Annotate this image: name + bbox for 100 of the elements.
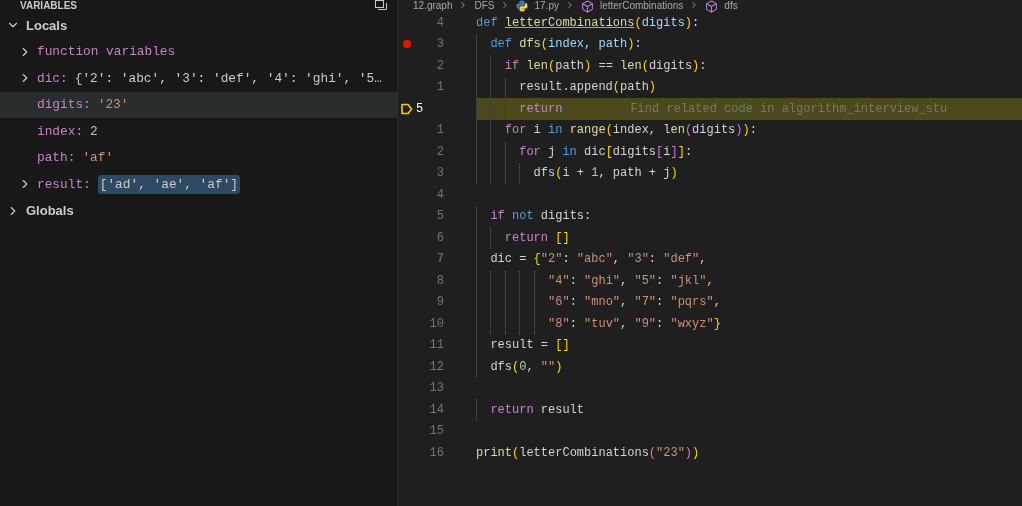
code-token: :: [569, 272, 578, 290]
code-token: "wxyz": [670, 315, 714, 333]
code-token: ): [742, 122, 750, 140]
code-token: (: [612, 79, 621, 97]
variable-row[interactable]: dic: {'2': 'abc', '3': 'def', '4': 'ghi', '5…: [0, 65, 397, 92]
code-token: digits: [612, 143, 657, 161]
code-token: index,: [612, 122, 658, 140]
code-token: :: [569, 315, 578, 333]
code-token: ): [584, 57, 592, 75]
code-token: ): [692, 444, 700, 462]
code-token: [: [656, 143, 664, 161]
code-token: (: [512, 358, 520, 376]
line-number: 9: [436, 294, 444, 312]
collapse-all-icon[interactable]: [375, 0, 387, 10]
breadcrumb-item[interactable]: DFS: [474, 0, 495, 11]
code-token: ): [555, 358, 563, 376]
code-token: ,: [612, 251, 622, 269]
code-token: result =: [489, 337, 549, 355]
code-token: len: [526, 57, 549, 75]
code-token: ): [627, 36, 635, 54]
code-token: :: [656, 315, 665, 333]
code-token: letterCombinations: [519, 444, 649, 462]
variable-row[interactable]: digits: '23': [0, 91, 397, 118]
code-token: []: [555, 229, 570, 247]
variable-row[interactable]: path: 'af': [0, 144, 397, 171]
code-token: len: [663, 122, 685, 140]
code-token: ,: [620, 294, 629, 312]
code-token: [: [605, 143, 613, 161]
code-token: ): [648, 79, 657, 97]
code-token: in: [562, 143, 578, 161]
code-token: digits: [641, 14, 685, 32]
code-token: , path + j: [598, 165, 671, 183]
code-token: ,: [620, 315, 629, 333]
line-number: 1: [436, 79, 444, 97]
scope-label[interactable]: Locals: [26, 15, 68, 35]
code-token: (: [605, 122, 613, 140]
code-token: in: [548, 122, 564, 140]
code-token: (: [634, 14, 642, 32]
code-token: result.append: [518, 79, 613, 97]
variable-name: function variables: [37, 43, 176, 62]
line-number: 6: [436, 229, 444, 247]
code-token: "6": [547, 294, 570, 312]
code-token: "23": [656, 444, 685, 462]
code-token: dfs: [519, 36, 541, 54]
variable-row[interactable]: result: ['ad', 'ae', 'af']: [0, 171, 397, 198]
code-token: (: [648, 444, 657, 462]
variable-row[interactable]: function variables: [0, 38, 397, 65]
breadcrumb-item[interactable]: letterCombinations: [599, 0, 684, 11]
scope-label[interactable]: Globals: [26, 201, 74, 221]
code-token: :: [656, 272, 665, 290]
code-token: ,: [706, 272, 714, 290]
line-number: 13: [429, 380, 444, 398]
code-token: "4": [547, 272, 570, 290]
line-number: 16: [429, 444, 444, 462]
line-number: 3: [436, 36, 444, 54]
code-token: ,: [699, 251, 707, 269]
variable-name: path:: [37, 149, 76, 168]
breadcrumb-item[interactable]: 12.graph: [413, 0, 453, 11]
code-token: (: [641, 57, 649, 75]
code-token: digits: [692, 122, 736, 140]
code-token: i +: [562, 165, 586, 183]
code-token: "pqrs": [670, 294, 714, 312]
code-token: ): [692, 57, 700, 75]
code-token: ,: [526, 358, 535, 376]
code-token: dic =: [489, 251, 528, 269]
cube-icon: [580, 0, 594, 13]
code-token: "3": [627, 251, 649, 269]
code-token: :: [699, 57, 707, 75]
code-token: len: [620, 57, 642, 75]
code-token: "7": [634, 294, 657, 312]
code-token: (: [555, 165, 563, 183]
code-token: :: [648, 251, 658, 269]
code-token: for: [518, 143, 542, 161]
code-token: if: [489, 208, 506, 226]
code-token: def: [489, 36, 513, 54]
line-number: 14: [429, 401, 444, 419]
python-icon: [516, 0, 529, 12]
code-token: :: [634, 36, 642, 54]
code-token: :: [692, 14, 700, 32]
line-number: 3: [436, 165, 444, 183]
breadcrumb-item[interactable]: 17.py: [534, 0, 559, 11]
line-number: 1: [436, 122, 444, 140]
code-token: :: [749, 122, 757, 140]
line-number: 5: [436, 208, 444, 226]
breadcrumb-item[interactable]: dfs: [724, 0, 738, 11]
line-number: 8: [436, 272, 444, 290]
code-token: (: [548, 57, 556, 75]
code-token: j: [548, 143, 557, 161]
code-token: range: [569, 122, 606, 140]
variable-value: 2: [90, 122, 98, 141]
code-token: "def": [663, 251, 700, 269]
code-token: (: [684, 122, 693, 140]
variable-value: '23': [97, 96, 129, 115]
code-token: digits: [648, 57, 693, 75]
variable-row[interactable]: index: 2: [0, 118, 397, 145]
code-token: ): [735, 122, 743, 140]
code-token: return: [503, 229, 549, 247]
variable-value: 'af': [82, 149, 114, 168]
variable-name: digits:: [37, 96, 91, 115]
code-token: "tuv": [584, 315, 621, 333]
